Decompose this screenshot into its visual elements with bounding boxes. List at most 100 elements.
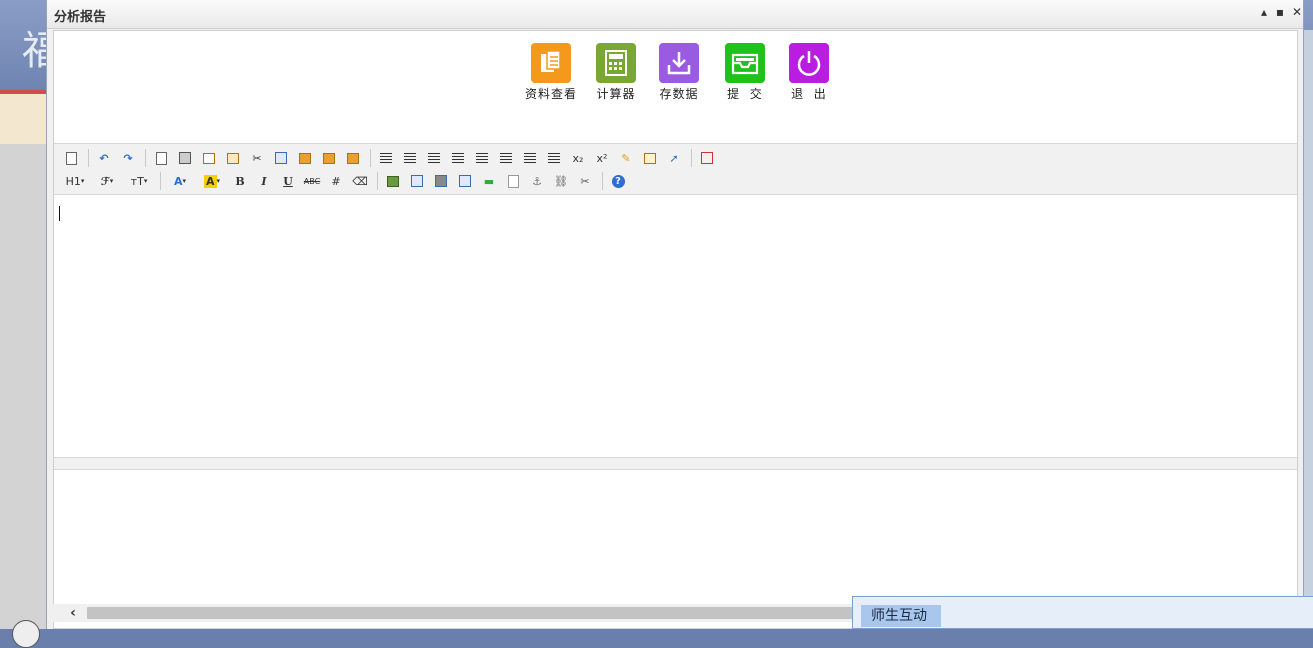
print-icon bbox=[179, 152, 191, 164]
strikethrough-button[interactable]: ABC bbox=[301, 171, 323, 191]
flash-icon bbox=[411, 175, 423, 187]
underline-button[interactable]: U bbox=[277, 171, 299, 191]
link-button[interactable]: ⛓ bbox=[550, 171, 572, 191]
eraser-icon: ⌫ bbox=[352, 174, 368, 188]
highlight-color-button[interactable]: A ▾ bbox=[197, 171, 227, 191]
close-button[interactable]: ✕ bbox=[1290, 5, 1304, 19]
print-button[interactable] bbox=[174, 148, 196, 168]
chevron-down-icon: ▾ bbox=[80, 177, 85, 185]
paste-word-button[interactable] bbox=[342, 148, 364, 168]
justify-icon bbox=[452, 153, 464, 163]
insert-image-button[interactable] bbox=[382, 171, 404, 191]
justify-button[interactable] bbox=[447, 148, 469, 168]
font-color-button[interactable]: A ▾ bbox=[165, 171, 195, 191]
select-all-button[interactable] bbox=[639, 148, 661, 168]
indent-icon bbox=[524, 153, 536, 163]
maximize-button[interactable]: ▪ bbox=[1273, 5, 1287, 19]
insert-flash-button[interactable] bbox=[406, 171, 428, 191]
insert-table-button[interactable] bbox=[454, 171, 476, 191]
font-size-dropdown[interactable]: тT ▾ bbox=[124, 171, 154, 191]
clear-format-button[interactable]: ✎ bbox=[615, 148, 637, 168]
font-color-icon: A bbox=[173, 174, 183, 188]
background-app-strip bbox=[0, 90, 46, 148]
fullscreen-button[interactable] bbox=[696, 148, 718, 168]
align-center-icon bbox=[404, 153, 416, 163]
calculator-button[interactable]: 计算器 bbox=[584, 43, 648, 102]
bold-button[interactable]: B bbox=[229, 171, 251, 191]
ordered-list-button[interactable] bbox=[471, 148, 493, 168]
submit-button[interactable]: 提 交 bbox=[713, 43, 777, 102]
undo-button[interactable]: ↶ bbox=[93, 148, 115, 168]
redo-button[interactable]: ↷ bbox=[117, 148, 139, 168]
horizontal-rule-button[interactable]: # bbox=[325, 171, 347, 191]
horizontal-rule-icon: # bbox=[331, 174, 341, 188]
align-right-icon bbox=[428, 153, 440, 163]
template-button[interactable] bbox=[198, 148, 220, 168]
chevron-down-icon: ▾ bbox=[216, 177, 221, 185]
indent-button[interactable] bbox=[519, 148, 541, 168]
align-center-button[interactable] bbox=[399, 148, 421, 168]
insert-media-button[interactable] bbox=[430, 171, 452, 191]
insert-hr-button[interactable]: ▬ bbox=[478, 171, 500, 191]
editor-toolbar: ↶ ↷ ✂ x₂ x² ✎ ➚ H1 ▾ ℱ ▾ тT ▾ A ▾ A ▾ B … bbox=[54, 144, 1297, 195]
select-button[interactable]: ➚ bbox=[663, 148, 685, 168]
subscript-button[interactable]: x₂ bbox=[567, 148, 589, 168]
link-icon: ⛓ bbox=[554, 174, 568, 188]
chevron-down-icon: ▾ bbox=[109, 177, 114, 185]
cut-button[interactable]: ✂ bbox=[246, 148, 268, 168]
toolbar-separator bbox=[160, 172, 161, 190]
power-icon bbox=[789, 43, 829, 83]
unlink-button[interactable]: ✂ bbox=[574, 171, 596, 191]
view-materials-button[interactable]: 资料查看 bbox=[519, 43, 583, 102]
window-title: 分析报告 bbox=[54, 10, 107, 25]
inbox-icon bbox=[725, 43, 765, 83]
paste-plain-icon bbox=[323, 152, 335, 164]
save-data-button[interactable]: 存数据 bbox=[647, 43, 711, 102]
superscript-icon: x² bbox=[596, 151, 608, 165]
italic-button[interactable]: I bbox=[253, 171, 275, 191]
submit-label: 提 交 bbox=[727, 87, 763, 101]
scissors-icon: ✂ bbox=[252, 151, 262, 165]
exit-label: 退 出 bbox=[791, 87, 827, 101]
brush-icon: ✎ bbox=[621, 151, 631, 165]
source-code-button[interactable] bbox=[60, 148, 82, 168]
window-titlebar[interactable]: 分析报告 ▴ ▪ ✕ bbox=[47, 0, 1303, 29]
source-icon bbox=[65, 151, 77, 165]
preview-button[interactable] bbox=[150, 148, 172, 168]
teacher-student-chat-tab[interactable]: 师生互动 bbox=[861, 605, 941, 627]
align-left-button[interactable] bbox=[375, 148, 397, 168]
toolbar-separator bbox=[145, 149, 146, 167]
eraser-button[interactable]: ⌫ bbox=[349, 171, 371, 191]
anchor-icon: ⚓ bbox=[532, 174, 542, 188]
toolbar-separator bbox=[88, 149, 89, 167]
help-button[interactable]: ? bbox=[607, 171, 629, 191]
calculator-label: 计算器 bbox=[596, 87, 636, 101]
page-break-icon bbox=[507, 174, 519, 188]
redo-icon: ↷ bbox=[123, 151, 133, 165]
font-family-dropdown[interactable]: ℱ ▾ bbox=[92, 171, 122, 191]
underline-icon: U bbox=[283, 174, 293, 188]
code-button[interactable] bbox=[222, 148, 244, 168]
superscript-button[interactable]: x² bbox=[591, 148, 613, 168]
minimize-button[interactable]: ▴ bbox=[1257, 5, 1271, 19]
table-icon bbox=[459, 175, 471, 187]
highlight-icon: A bbox=[203, 174, 217, 188]
paste-button[interactable] bbox=[294, 148, 316, 168]
scrollbar-thumb[interactable] bbox=[87, 607, 857, 619]
unordered-list-button[interactable] bbox=[495, 148, 517, 168]
undo-icon: ↶ bbox=[99, 151, 109, 165]
exit-button[interactable]: 退 出 bbox=[777, 43, 841, 102]
paste-plain-button[interactable] bbox=[318, 148, 340, 168]
background-app-button bbox=[12, 620, 40, 648]
copy-button[interactable] bbox=[270, 148, 292, 168]
page-break-button[interactable] bbox=[502, 171, 524, 191]
save-data-label: 存数据 bbox=[659, 87, 699, 101]
align-left-icon bbox=[380, 153, 392, 163]
heading-dropdown[interactable]: H1 ▾ bbox=[60, 171, 90, 191]
scroll-left-icon[interactable]: ‹ bbox=[65, 604, 81, 622]
align-right-button[interactable] bbox=[423, 148, 445, 168]
toolbar-separator bbox=[377, 172, 378, 190]
anchor-button[interactable]: ⚓ bbox=[526, 171, 548, 191]
editor-text-area[interactable] bbox=[54, 195, 1297, 457]
outdent-button[interactable] bbox=[543, 148, 565, 168]
